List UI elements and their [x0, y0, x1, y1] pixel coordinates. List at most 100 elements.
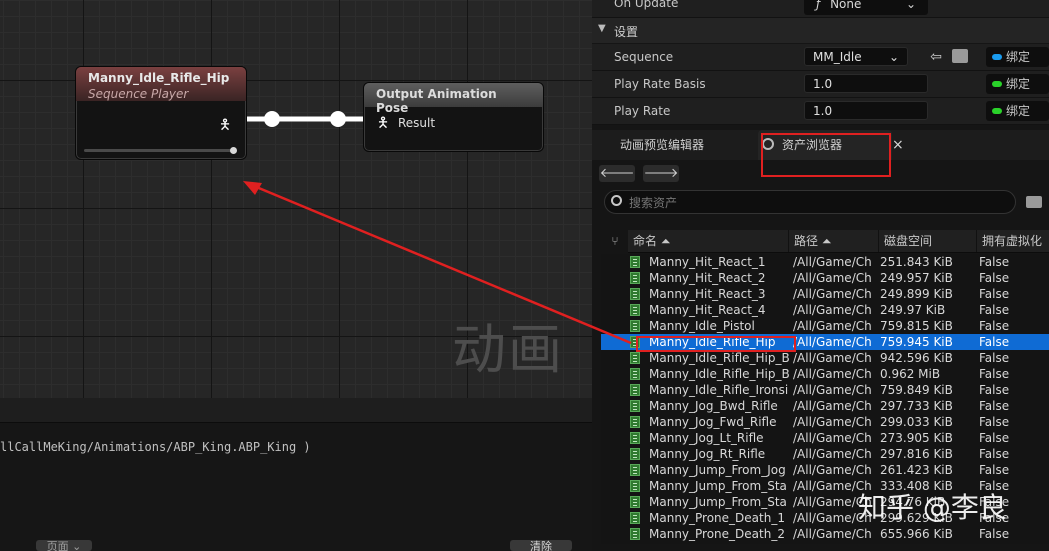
- animation-sequence-asset-icon: [630, 416, 640, 428]
- folder-filter-icon[interactable]: [1026, 196, 1042, 208]
- animation-sequence-asset-icon: [630, 528, 640, 540]
- result-input-pin-icon[interactable]: 🯅: [376, 115, 390, 131]
- chevron-down-icon: ⌄: [888, 50, 899, 64]
- log-header-bar: [0, 398, 592, 423]
- play-rate-label: Play Rate: [614, 104, 671, 118]
- animation-sequence-asset-icon: [630, 288, 640, 300]
- column-header-disk-size[interactable]: 磁盘空间: [879, 230, 977, 252]
- sequence-player-node[interactable]: Manny_Idle_Rifle_Hip Sequence Player 🯅: [75, 66, 247, 160]
- playback-progress-handle[interactable]: [230, 147, 237, 154]
- asset-row[interactable]: Manny_Hit_React_3/All/Game/Ch 249.899 KiB…: [601, 286, 1049, 302]
- asset-search-input[interactable]: [627, 193, 1001, 213]
- asset-virtualized-cell: False: [979, 399, 1010, 413]
- asset-path-cell: /All/Game/Ch: [793, 367, 872, 381]
- asset-path-cell: /All/Game/Ch: [793, 383, 872, 397]
- source-control-column-icon[interactable]: ⑂: [602, 230, 628, 252]
- asset-row[interactable]: Manny_Hit_React_2/All/Game/Ch 249.957 KiB…: [601, 270, 1049, 286]
- output-pose-node[interactable]: Output Animation Pose 🯅 Result: [363, 82, 544, 152]
- tab-anim-preview-editor[interactable]: 动画预览编辑器: [620, 130, 704, 160]
- result-pin-label: Result: [398, 116, 436, 130]
- asset-size-cell: 249.957 KiB: [880, 271, 953, 285]
- asset-size-cell: 261.423 KiB: [880, 463, 953, 477]
- asset-row[interactable]: Manny_Idle_Rifle_Hip_Br/All/Game/Ch 942.5…: [601, 350, 1049, 366]
- asset-path-cell: /All/Game/Ch: [793, 463, 872, 477]
- close-tab-icon[interactable]: ×: [892, 130, 904, 160]
- asset-path-cell: /All/Game/Ch: [793, 527, 872, 541]
- wire-reroute-knot[interactable]: [264, 111, 280, 127]
- asset-size-cell: 297.816 KiB: [880, 447, 953, 461]
- asset-row[interactable]: Manny_Hit_React_4/All/Game/Ch 249.97 KiB F…: [601, 302, 1049, 318]
- sequence-asset-picker[interactable]: MM_Idle ⌄: [804, 47, 908, 66]
- asset-name-cell: Manny_Jump_From_Sta: [649, 495, 787, 509]
- play-rate-basis-bind-button[interactable]: 绑定: [986, 74, 1049, 94]
- column-header-name[interactable]: 命名 ⏶: [628, 230, 789, 252]
- play-rate-basis-label: Play Rate Basis: [614, 77, 706, 91]
- asset-name-cell: Manny_Hit_React_1: [649, 255, 766, 269]
- forward-button[interactable]: 🡒: [643, 165, 679, 182]
- asset-path-cell: /All/Game/Ch: [793, 271, 872, 285]
- asset-size-cell: 942.596 KiB: [880, 351, 953, 365]
- asset-path-cell: /All/Game/Ch: [793, 415, 872, 429]
- asset-row[interactable]: Manny_Idle_Rifle_Hip_Br/All/Game/Ch 0.962…: [601, 366, 1049, 382]
- asset-virtualized-cell: False: [979, 351, 1010, 365]
- annotation-box-selected-asset: [636, 336, 796, 352]
- asset-row[interactable]: Manny_Prone_Death_2/All/Game/Ch 655.966 K…: [601, 526, 1049, 542]
- asset-size-cell: 759.849 KiB: [880, 383, 953, 397]
- play-rate-input[interactable]: 1.0: [804, 101, 928, 120]
- asset-path-cell: /All/Game/Ch: [793, 351, 872, 365]
- asset-row[interactable]: Manny_Hit_React_1/All/Game/Ch 251.843 KiB…: [601, 254, 1049, 270]
- asset-size-cell: 249.97 KiB: [880, 303, 946, 317]
- asset-name-cell: Manny_Hit_React_4: [649, 303, 766, 317]
- column-header-virtualized[interactable]: 拥有虚拟化: [977, 230, 1049, 252]
- on-update-row: On Update ƒ None ⌄: [592, 0, 1049, 18]
- compiler-results-panel: llCallMeKing/Animations/ABP_King.ABP_Kin…: [0, 398, 592, 551]
- on-update-function-select[interactable]: ƒ None ⌄: [804, 0, 928, 15]
- asset-row[interactable]: Manny_Idle_Pistol/All/Game/Ch 759.815 KiB…: [601, 318, 1049, 334]
- asset-virtualized-cell: False: [979, 319, 1010, 333]
- asset-row[interactable]: Manny_Idle_Rifle_Ironsic/All/Game/Ch 759.…: [601, 382, 1049, 398]
- anim-graph-canvas[interactable]: Manny_Idle_Rifle_Hip Sequence Player 🯅 O…: [0, 0, 592, 398]
- animation-sequence-asset-icon: [630, 256, 640, 268]
- on-update-label: On Update: [614, 0, 679, 10]
- asset-row[interactable]: Manny_Jog_Bwd_Rifle/All/Game/Ch 297.733 K…: [601, 398, 1049, 414]
- sequence-player-header: Manny_Idle_Rifle_Hip Sequence Player: [76, 67, 246, 101]
- play-rate-bind-button[interactable]: 绑定: [986, 101, 1049, 121]
- asset-row[interactable]: Manny_Jog_Lt_Rifle/All/Game/Ch 273.905 Ki…: [601, 430, 1049, 446]
- animation-sequence-asset-icon: [630, 512, 640, 524]
- asset-name-cell: Manny_Jog_Lt_Rifle: [649, 431, 764, 445]
- asset-row[interactable]: Manny_Jump_From_Jog/All/Game/Ch 261.423 K…: [601, 462, 1049, 478]
- asset-path-cell: /All/Game/Ch: [793, 287, 872, 301]
- asset-name-cell: Manny_Hit_React_3: [649, 287, 766, 301]
- asset-name-cell: Manny_Jump_From_Jog: [649, 463, 786, 477]
- animation-sequence-asset-icon: [630, 304, 640, 316]
- sequence-player-subtitle: Sequence Player: [88, 87, 189, 101]
- wire-reroute-knot[interactable]: [330, 111, 346, 127]
- asset-path-cell: /All/Game/Ch: [793, 319, 872, 333]
- asset-name-cell: Manny_Idle_Rifle_Ironsic: [649, 383, 789, 397]
- browse-asset-folder-icon[interactable]: [952, 49, 968, 63]
- asset-path-cell: /All/Game/Ch: [793, 447, 872, 461]
- right-panel: On Update ƒ None ⌄ ▼ 设置 Sequence MM_Idle…: [592, 0, 1049, 551]
- sequence-bind-button[interactable]: 绑定: [986, 47, 1049, 67]
- clear-button[interactable]: 清除: [510, 540, 572, 551]
- bind-dot-icon: [992, 108, 1002, 114]
- settings-section-title: 设置: [614, 25, 639, 39]
- play-rate-basis-input[interactable]: 1.0: [804, 74, 928, 93]
- pose-output-pin-icon[interactable]: 🯅: [218, 117, 232, 133]
- use-selected-asset-icon[interactable]: ⇦: [928, 49, 944, 65]
- column-header-path[interactable]: 路径 ⏶: [789, 230, 879, 252]
- asset-size-cell: 297.733 KiB: [880, 399, 953, 413]
- back-button[interactable]: 🡐: [599, 165, 635, 182]
- asset-name-cell: Manny_Prone_Death_1: [649, 511, 785, 525]
- sequence-row: Sequence MM_Idle ⌄ ⇦ 绑定: [592, 44, 1049, 71]
- asset-row[interactable]: Manny_Jog_Rt_Rifle/All/Game/Ch 297.816 Ki…: [601, 446, 1049, 462]
- page-dropdown[interactable]: 页面 ⌄: [36, 540, 92, 551]
- animation-sequence-asset-icon: [630, 432, 640, 444]
- asset-size-cell: 655.966 KiB: [880, 527, 953, 541]
- asset-size-cell: 759.945 KiB: [880, 335, 953, 349]
- asset-row[interactable]: Manny_Jog_Fwd_Rifle/All/Game/Ch 299.033 K…: [601, 414, 1049, 430]
- asset-virtualized-cell: False: [979, 463, 1010, 477]
- asset-search-box[interactable]: [604, 190, 1016, 214]
- settings-section-header[interactable]: ▼ 设置: [592, 18, 1049, 43]
- bind-label: 绑定: [1006, 77, 1031, 91]
